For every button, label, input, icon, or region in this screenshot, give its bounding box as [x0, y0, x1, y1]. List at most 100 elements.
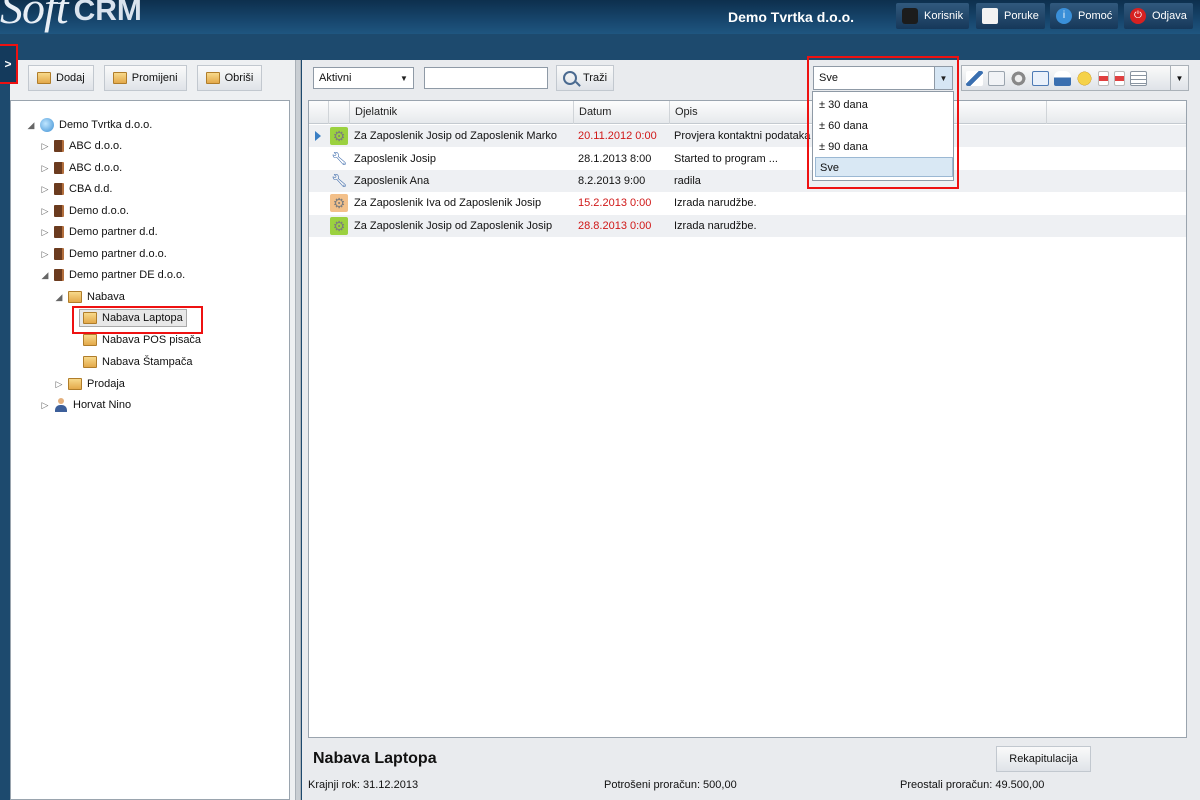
- tree-node-label: Nabava POS pisača: [102, 334, 202, 346]
- document-red-2-icon[interactable]: [1114, 70, 1125, 86]
- period-option[interactable]: ± 60 dana: [815, 116, 953, 136]
- period-option[interactable]: ± 90 dana: [815, 137, 953, 157]
- tree-node-category[interactable]: ▷ Prodaja: [55, 374, 125, 394]
- expand-icon[interactable]: ▷: [41, 184, 49, 195]
- messages-button-label: Poruke: [1004, 10, 1039, 22]
- user-button[interactable]: Korisnik: [896, 3, 970, 29]
- cell-description: Izrada narudžbe.: [674, 197, 757, 209]
- search-button-label: Traži: [583, 72, 608, 84]
- left-toolbar: Dodaj Promijeni Obriši: [28, 65, 263, 91]
- tree-node-partner[interactable]: ▷ Demo partner d.d.: [41, 222, 158, 242]
- tree-node-root[interactable]: ◢ Demo Tvrtka d.o.o.: [27, 115, 152, 135]
- cell-worker: Za Zaposlenik Josip od Zaposlenik Josip: [354, 220, 553, 232]
- tree-node-project[interactable]: Nabava Štampača: [83, 352, 193, 372]
- period-option-selected[interactable]: Sve: [815, 157, 953, 177]
- delete-button[interactable]: Obriši: [196, 65, 263, 91]
- period-option[interactable]: ± 30 dana: [815, 95, 953, 115]
- messages-button[interactable]: Poruke: [976, 3, 1045, 29]
- tree-node-person[interactable]: ▷ Horvat Nino: [41, 395, 131, 415]
- status-select-value: Aktivni: [319, 72, 352, 84]
- coins-icon[interactable]: [1076, 70, 1093, 86]
- package-icon: [83, 312, 97, 324]
- wrench-icon: 🔧︎: [330, 151, 348, 166]
- expand-icon[interactable]: ▷: [41, 400, 49, 411]
- column-header-worker[interactable]: Djelatnik: [350, 101, 574, 124]
- recap-button[interactable]: Rekapitulacija: [996, 746, 1091, 772]
- search-button[interactable]: Traži: [556, 65, 615, 91]
- message-icon: [982, 8, 998, 24]
- add-button[interactable]: Dodaj: [28, 65, 94, 91]
- table-row[interactable]: ⚙ Za Zaposlenik Josip od Zaposlenik Mark…: [309, 125, 1186, 147]
- tree-node-category[interactable]: ◢ Nabava: [55, 287, 125, 307]
- tree-node-partner[interactable]: ◢ Demo partner DE d.o.o.: [41, 265, 185, 285]
- expand-icon[interactable]: ▷: [41, 206, 49, 217]
- status-select[interactable]: Aktivni ▼: [313, 67, 414, 89]
- gear-icon[interactable]: [1010, 70, 1027, 86]
- tree-node-partner[interactable]: ▷ Demo d.o.o.: [41, 201, 129, 221]
- column-header-date[interactable]: Datum: [574, 101, 670, 124]
- envelope-open-icon[interactable]: [988, 70, 1005, 86]
- panel-splitter[interactable]: [295, 60, 301, 800]
- grid-header: Djelatnik Datum Opis: [309, 101, 1186, 124]
- tree-node-label: Horvat Nino: [73, 399, 132, 411]
- chevron-down-icon[interactable]: ▼: [1170, 66, 1188, 90]
- expand-icon[interactable]: ▷: [41, 163, 49, 174]
- expand-icon[interactable]: ▷: [41, 227, 49, 238]
- sidebar-toggle-button[interactable]: >: [0, 44, 18, 84]
- collapse-icon[interactable]: ◢: [27, 120, 35, 131]
- person-icon: [54, 398, 68, 412]
- header-indicator-cell: [309, 101, 329, 124]
- partner-book-icon: [54, 269, 64, 281]
- period-select[interactable]: Sve ▼: [813, 66, 953, 90]
- wrench-icon[interactable]: [966, 70, 983, 86]
- logout-button[interactable]: ⏻ Odjava: [1124, 3, 1193, 29]
- tree-node-label: Nabava Laptopa: [102, 312, 183, 324]
- chevron-down-icon[interactable]: ▼: [395, 68, 413, 88]
- remaining-budget-text: Preostali proračun: 49.500,00: [900, 779, 1045, 791]
- cell-worker: Za Zaposlenik Iva od Zaposlenik Josip: [354, 197, 542, 209]
- table-row[interactable]: ⚙ Za Zaposlenik Josip od Zaposlenik Josi…: [309, 215, 1186, 237]
- activities-grid: Djelatnik Datum Opis ⚙ Za Zaposlenik Jos…: [308, 100, 1187, 738]
- tree-node-partner[interactable]: ▷ Demo partner d.o.o.: [41, 244, 167, 264]
- tree-node-label: Demo partner d.o.o.: [69, 248, 167, 260]
- table-row[interactable]: ⚙ Za Zaposlenik Iva od Zaposlenik Josip …: [309, 192, 1186, 214]
- expand-icon[interactable]: ▷: [55, 379, 63, 390]
- search-input[interactable]: [424, 67, 548, 89]
- mail-icon[interactable]: [1032, 70, 1049, 86]
- package-icon: [68, 291, 82, 303]
- table-row[interactable]: 🔧︎ Zaposlenik Ana 8.2.2013 9:00 radila: [309, 170, 1186, 192]
- cell-date: 28.8.2013 0:00: [578, 220, 652, 232]
- cell-date: 28.1.2013 8:00: [578, 153, 652, 165]
- add-button-label: Dodaj: [56, 72, 85, 84]
- cell-date: 15.2.2013 0:00: [578, 197, 652, 209]
- edit-button[interactable]: Promijeni: [103, 65, 187, 91]
- table-row[interactable]: 🔧︎ Zaposlenik Josip 28.1.2013 8:00 Start…: [309, 148, 1186, 170]
- tree-node-project-selected[interactable]: Nabava Laptopa: [79, 309, 187, 327]
- search-icon: [563, 71, 577, 85]
- help-button[interactable]: i Pomoć: [1050, 3, 1119, 29]
- help-icon: i: [1056, 8, 1072, 24]
- car-icon[interactable]: [1054, 70, 1071, 86]
- tree-node-partner[interactable]: ▷ CBA d.d.: [41, 179, 112, 199]
- user-icon: [902, 8, 918, 24]
- project-tree: ◢ Demo Tvrtka d.o.o. ▷ ABC d.o.o. ▷ ABC …: [10, 100, 290, 800]
- tree-node-partner[interactable]: ▷ ABC d.o.o.: [41, 158, 122, 178]
- note-edit-icon[interactable]: [1130, 70, 1147, 86]
- period-select-value: Sve: [819, 72, 838, 84]
- partner-book-icon: [54, 226, 64, 238]
- selected-project-title: Nabava Laptopa: [313, 750, 437, 767]
- gear-icon: ⚙: [330, 127, 348, 145]
- package-icon: [83, 334, 97, 346]
- chevron-down-icon[interactable]: ▼: [934, 67, 952, 89]
- expand-icon[interactable]: ▷: [41, 141, 49, 152]
- current-row-arrow-icon: [315, 131, 321, 141]
- document-red-icon[interactable]: [1098, 70, 1109, 86]
- tree-node-partner[interactable]: ▷ ABC d.o.o.: [41, 136, 122, 156]
- partner-book-icon: [54, 183, 64, 195]
- tree-node-label: Nabava Štampača: [102, 356, 193, 368]
- tree-node-project[interactable]: Nabava POS pisača: [83, 330, 201, 350]
- tree-node-label: Demo d.o.o.: [69, 205, 129, 217]
- collapse-icon[interactable]: ◢: [55, 292, 63, 303]
- collapse-icon[interactable]: ◢: [41, 270, 49, 281]
- expand-icon[interactable]: ▷: [41, 249, 49, 260]
